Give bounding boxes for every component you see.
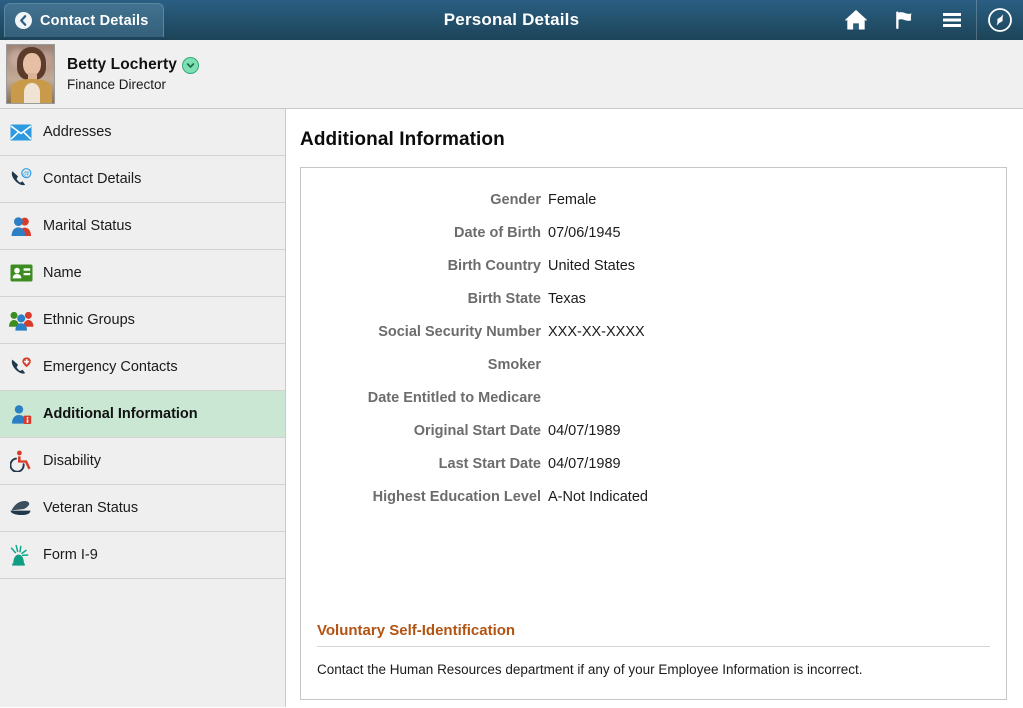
field-value: United States: [548, 258, 636, 274]
phone-medical-icon: [8, 354, 34, 380]
field-label: Birth Country: [447, 258, 541, 274]
military-cap-icon: [8, 495, 34, 521]
group-people-icon: [8, 307, 34, 333]
field-value: Texas: [548, 291, 586, 307]
app-header: Contact Details Personal Details: [0, 0, 1023, 40]
voluntary-self-identification-link[interactable]: Voluntary Self-Identification: [317, 622, 515, 646]
sidebar-item-additional-information[interactable]: Additional Information: [0, 391, 285, 438]
chevron-down-icon[interactable]: [181, 56, 199, 74]
employee-summary-bar: Betty Locherty Finance Director: [0, 40, 1023, 109]
sidebar-item-label: Marital Status: [43, 218, 132, 234]
back-button-label: Contact Details: [40, 12, 149, 29]
employee-info: Betty Locherty Finance Director: [67, 56, 199, 92]
envelope-icon: [8, 119, 34, 145]
sidebar-item-ethnic-groups[interactable]: Ethnic Groups: [0, 297, 285, 344]
field-label: Birth State: [467, 291, 541, 307]
field-row-smoker: Smoker: [317, 357, 990, 390]
field-row-last-start-date: Last Start Date 04/07/1989: [317, 456, 990, 489]
field-value: 07/06/1945: [548, 225, 621, 241]
sidebar-item-label: Name: [43, 265, 82, 281]
field-label: Original Start Date: [413, 423, 541, 439]
sidebar-item-contact-details[interactable]: @ Contact Details: [0, 156, 285, 203]
field-row-date-of-birth: Date of Birth 07/06/1945: [317, 225, 990, 258]
field-row-social-security-number: Social Security Number XXX-XX-XXXX: [317, 324, 990, 357]
sidebar-item-label: Form I-9: [43, 547, 98, 563]
panel-spacer: [317, 522, 990, 622]
sidebar-item-form-i9[interactable]: Form I-9: [0, 532, 285, 579]
sidebar-item-veteran-status[interactable]: Veteran Status: [0, 485, 285, 532]
field-list: Gender Female Date of Birth 07/06/1945 B…: [317, 192, 990, 522]
field-label: Date Entitled to Medicare: [367, 390, 541, 406]
field-label: Date of Birth: [454, 225, 541, 241]
field-label: Social Security Number: [378, 324, 541, 340]
sidebar-item-name[interactable]: Name: [0, 250, 285, 297]
avatar: [6, 44, 55, 104]
field-row-gender: Gender Female: [317, 192, 990, 225]
sidebar-item-label: Veteran Status: [43, 500, 139, 516]
wheelchair-icon: [8, 448, 34, 474]
additional-information-panel: Gender Female Date of Birth 07/06/1945 B…: [300, 167, 1007, 700]
field-row-highest-education-level: Highest Education Level A-Not Indicated: [317, 489, 990, 522]
sidebar-item-marital-status[interactable]: Marital Status: [0, 203, 285, 250]
field-value: 04/07/1989: [548, 423, 621, 439]
field-value: XXX-XX-XXXX: [548, 324, 645, 340]
field-row-date-entitled-to-medicare: Date Entitled to Medicare: [317, 390, 990, 423]
field-label: Smoker: [487, 357, 541, 373]
main-content: Additional Information Gender Female Dat…: [286, 109, 1023, 707]
person-info-icon: [8, 401, 34, 427]
field-value: A-Not Indicated: [548, 489, 648, 505]
sidebar-item-label: Ethnic Groups: [43, 312, 135, 328]
sidebar-item-disability[interactable]: Disability: [0, 438, 285, 485]
sidebar-item-label: Contact Details: [43, 171, 142, 187]
employee-name: Betty Locherty: [67, 56, 177, 73]
field-row-original-start-date: Original Start Date 04/07/1989: [317, 423, 990, 456]
field-row-birth-country: Birth Country United States: [317, 258, 990, 291]
field-row-birth-state: Birth State Texas: [317, 291, 990, 324]
hamburger-menu-icon[interactable]: [928, 0, 976, 40]
field-value: Female: [548, 192, 597, 208]
sidebar-item-label: Addresses: [43, 124, 112, 140]
flag-icon[interactable]: [880, 0, 928, 40]
page-body: Addresses @ Contact Details Marital Stat…: [0, 109, 1023, 707]
field-value: 04/07/1989: [548, 456, 621, 472]
home-icon[interactable]: [832, 0, 880, 40]
back-chevron-icon: [15, 12, 32, 29]
sidebar-item-label: Emergency Contacts: [43, 359, 178, 375]
back-button[interactable]: Contact Details: [4, 3, 164, 37]
svg-text:@: @: [23, 171, 30, 178]
content-heading: Additional Information: [300, 129, 505, 150]
sidebar-item-label: Disability: [43, 453, 102, 469]
navigator-compass-icon[interactable]: [976, 0, 1023, 40]
sidebar-item-label: Additional Information: [43, 406, 198, 422]
section-divider: [317, 646, 990, 647]
two-persons-icon: [8, 213, 34, 239]
field-label: Highest Education Level: [372, 489, 541, 505]
id-card-icon: [8, 260, 34, 286]
header-icon-group: [832, 0, 1023, 40]
phone-at-icon: @: [8, 166, 34, 192]
sidebar-nav: Addresses @ Contact Details Marital Stat…: [0, 109, 286, 707]
field-label: Gender: [490, 192, 541, 208]
voluntary-self-identification-section: Voluntary Self-Identification Contact th…: [317, 622, 990, 699]
self-identification-note: Contact the Human Resources department i…: [317, 662, 863, 677]
sidebar-item-addresses[interactable]: Addresses: [0, 109, 285, 156]
sidebar-item-emergency-contacts[interactable]: Emergency Contacts: [0, 344, 285, 391]
employee-job-title: Finance Director: [67, 77, 167, 92]
statue-of-liberty-icon: [8, 542, 34, 568]
field-label: Last Start Date: [438, 456, 541, 472]
